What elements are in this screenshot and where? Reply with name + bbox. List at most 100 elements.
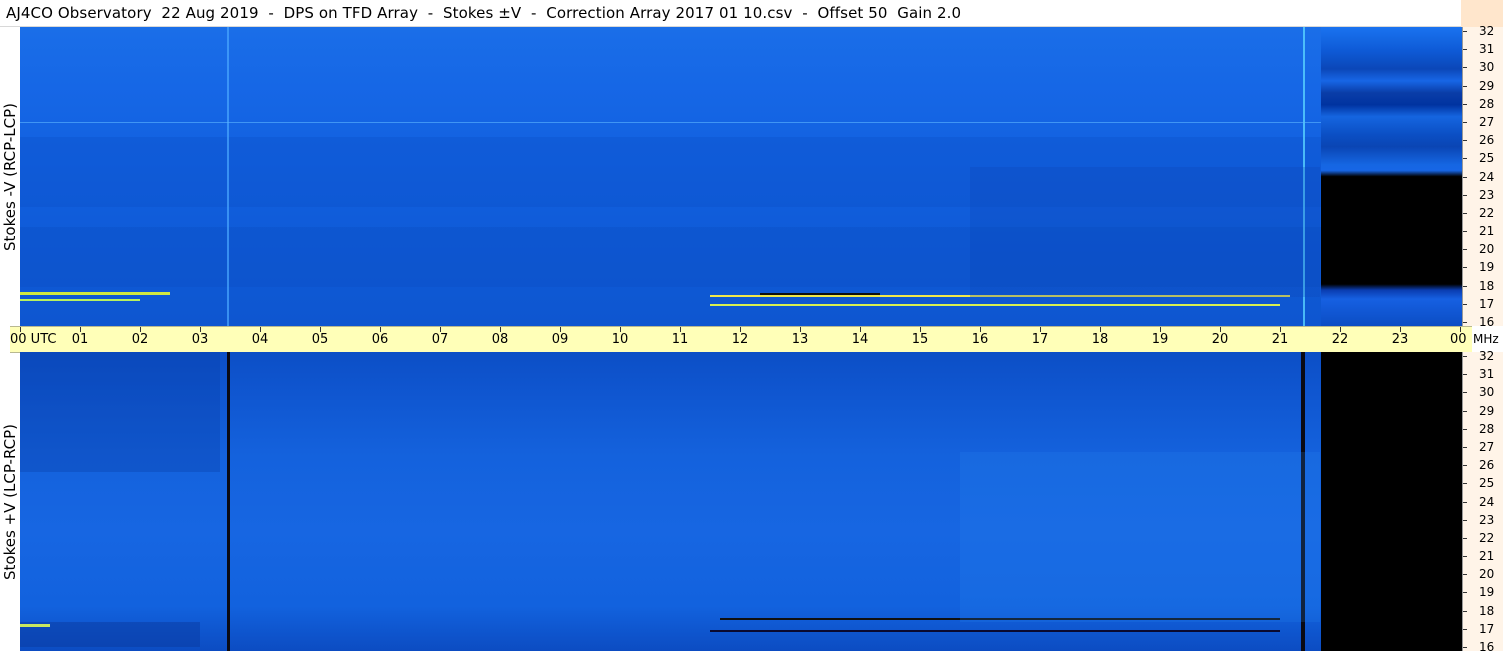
frequency-tick (1463, 121, 1467, 123)
frequency-label: 16 (1479, 315, 1495, 329)
frequency-label: 22 (1479, 530, 1495, 545)
frequency-label: 17 (1479, 296, 1495, 311)
no-data-area-bottom (1321, 352, 1462, 651)
time-label: 05 (311, 332, 329, 347)
frequency-tick (1463, 592, 1467, 594)
frequency-label: 29 (1479, 78, 1495, 93)
frequency-label: 16 (1479, 640, 1495, 654)
frequency-tick (1463, 249, 1467, 251)
frequency-tick (1463, 49, 1467, 51)
time-label: 00 UTC (10, 332, 57, 347)
frequency-label: 20 (1479, 242, 1495, 257)
time-label: 04 (251, 332, 269, 347)
time-label: 14 (851, 332, 869, 347)
frequency-label: 26 (1479, 458, 1495, 473)
frequency-tick (1463, 140, 1467, 142)
frequency-label: 19 (1479, 585, 1495, 600)
frequency-tick (1463, 194, 1467, 196)
time-label: 01 (71, 332, 89, 347)
mhz-unit-label: MHz (1473, 332, 1499, 346)
window-title: AJ4CO Observatory 22 Aug 2019 - DPS on T… (6, 4, 962, 22)
time-label: 06 (371, 332, 389, 347)
frequency-label: 32 (1479, 24, 1495, 38)
time-label: 16 (971, 332, 989, 347)
frequency-label: 27 (1479, 439, 1495, 454)
time-label: 08 (491, 332, 509, 347)
no-data-area-top (1321, 27, 1462, 326)
frequency-tick (1463, 610, 1467, 612)
time-label: 03 (191, 332, 209, 347)
frequency-tick (1463, 85, 1467, 87)
time-label: 18 (1091, 332, 1109, 347)
title-bar: AJ4CO Observatory 22 Aug 2019 - DPS on T… (0, 0, 1462, 27)
spectrogram-bottom-overlay (20, 352, 1320, 651)
frequency-label: 18 (1479, 278, 1495, 293)
frequency-label: 21 (1479, 224, 1495, 239)
frequency-tick (1463, 647, 1467, 648)
time-label: 11 (671, 332, 689, 347)
time-label: 07 (431, 332, 449, 347)
frequency-tick (1463, 267, 1467, 269)
frequency-label: 28 (1479, 421, 1495, 436)
frequency-label: 30 (1479, 385, 1495, 400)
frequency-scale-bottom: 32 31 30 29 28 27 26 25 24 23 22 21 20 19 18 17 16 (1462, 349, 1503, 654)
frequency-tick (1463, 103, 1467, 105)
spectrogram-bottom (20, 352, 1321, 651)
time-label: 10 (611, 332, 629, 347)
frequency-tick (1463, 31, 1467, 32)
frequency-tick (1463, 428, 1467, 430)
time-label: 17 (1031, 332, 1049, 347)
frequency-label: 30 (1479, 60, 1495, 75)
frequency-label: 23 (1479, 187, 1495, 202)
frequency-label: 24 (1479, 494, 1495, 509)
frequency-tick (1463, 501, 1467, 503)
frequency-tick (1463, 392, 1467, 394)
time-label: 12 (731, 332, 749, 347)
frequency-tick (1463, 67, 1467, 69)
frequency-label: 18 (1479, 603, 1495, 618)
top-panel-ylabel-wrap: Stokes -V (RCP-LCP) (0, 27, 20, 326)
frequency-tick (1463, 483, 1467, 485)
frequency-scale-top: 32 31 30 29 28 27 26 25 24 23 22 21 20 19 18 17 16 (1462, 24, 1503, 329)
frequency-tick (1463, 303, 1467, 305)
frequency-tick (1463, 356, 1467, 357)
time-label: 15 (911, 332, 929, 347)
frequency-tick (1463, 374, 1467, 376)
frequency-label: 28 (1479, 96, 1495, 111)
time-label: 22 (1331, 332, 1349, 347)
spectrogram-top-overlay (20, 27, 1321, 326)
time-axis: 00 UTC 01 02 03 04 05 06 07 08 09 10 11 12 13 14 15 16 17… (10, 326, 1472, 353)
frequency-label: 23 (1479, 512, 1495, 527)
frequency-tick (1463, 519, 1467, 521)
frequency-tick (1463, 537, 1467, 539)
frequency-tick (1463, 556, 1467, 558)
time-label: 23 (1391, 332, 1409, 347)
frequency-label: 25 (1479, 151, 1495, 166)
spectrogram-top (20, 27, 1321, 326)
time-label: 02 (131, 332, 149, 347)
frequency-tick (1463, 176, 1467, 178)
time-label: 00 (1450, 332, 1467, 347)
frequency-tick (1463, 285, 1467, 287)
frequency-label: 31 (1479, 42, 1495, 57)
frequency-tick (1463, 231, 1467, 233)
frequency-label: 27 (1479, 114, 1495, 129)
time-label: 13 (791, 332, 809, 347)
frequency-label: 26 (1479, 133, 1495, 148)
frequency-tick (1463, 446, 1467, 448)
frequency-tick (1463, 465, 1467, 467)
time-label: 09 (551, 332, 569, 347)
frequency-tick (1463, 410, 1467, 412)
frequency-label: 24 (1479, 169, 1495, 184)
time-label: 19 (1151, 332, 1169, 347)
corner-strip (1461, 0, 1503, 27)
frequency-tick (1463, 212, 1467, 214)
frequency-label: 21 (1479, 549, 1495, 564)
bottom-panel-ylabel-wrap: Stokes +V (LCP-RCP) (0, 352, 20, 651)
frequency-tick (1463, 574, 1467, 576)
time-label: 21 (1271, 332, 1289, 347)
frequency-label: 25 (1479, 476, 1495, 491)
frequency-tick (1463, 628, 1467, 630)
frequency-label: 32 (1479, 349, 1495, 363)
frequency-label: 31 (1479, 367, 1495, 382)
